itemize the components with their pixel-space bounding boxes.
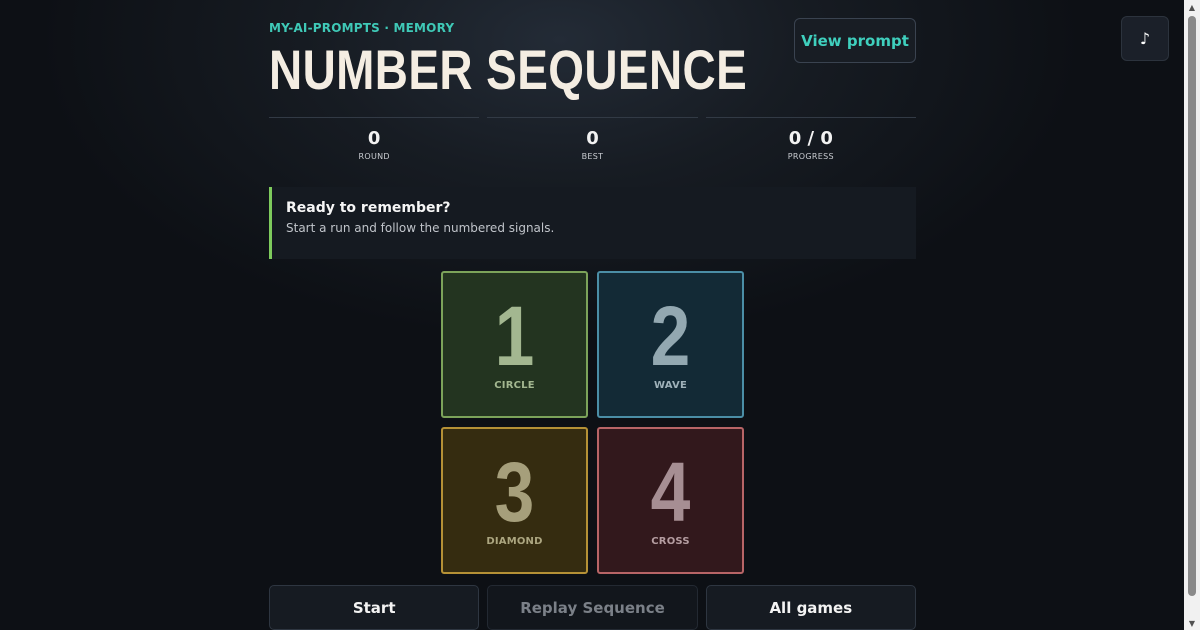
game-page: MY-AI-PROMPTS · MEMORY NUMBER SEQUENCE V… xyxy=(0,0,1200,630)
best-label: BEST xyxy=(581,152,604,161)
pad-label-cross: CROSS xyxy=(651,536,690,547)
pad-diamond[interactable]: 3 DIAMOND xyxy=(441,427,588,574)
pad-number-4: 4 xyxy=(650,445,691,539)
pad-number-3: 3 xyxy=(494,445,535,539)
stat-best: 0 BEST xyxy=(487,117,698,167)
music-note-icon: ♪ xyxy=(1139,29,1151,48)
pad-cross[interactable]: 4 CROSS xyxy=(597,427,744,574)
progress-label: PROGRESS xyxy=(787,152,834,161)
all-games-button[interactable]: All games xyxy=(705,585,916,630)
stat-progress: 0 / 0 PROGRESS xyxy=(705,117,916,167)
pad-circle[interactable]: 1 CIRCLE xyxy=(441,271,588,418)
pad-number-2: 2 xyxy=(650,289,691,383)
stat-round: 0 ROUND xyxy=(269,117,480,167)
pad-label-diamond: DIAMOND xyxy=(486,536,543,547)
status-message: Ready to remember? Start a run and follo… xyxy=(269,187,916,259)
breadcrumb-eyebrow: MY-AI-PROMPTS · MEMORY xyxy=(269,21,455,35)
view-prompt-button[interactable]: View prompt xyxy=(794,18,916,63)
scroll-down-arrow-icon[interactable]: ▼ xyxy=(1184,616,1200,630)
scroll-up-arrow-icon[interactable]: ▲ xyxy=(1184,0,1200,14)
music-toggle-button[interactable]: ♪ xyxy=(1121,16,1169,61)
pad-label-circle: CIRCLE xyxy=(494,380,535,391)
action-bar: Start Replay Sequence All games xyxy=(269,585,916,630)
stats-bar: 0 ROUND 0 BEST 0 / 0 PROGRESS xyxy=(269,117,916,167)
pad-wave[interactable]: 2 WAVE xyxy=(597,271,744,418)
message-title: Ready to remember? xyxy=(286,200,451,216)
start-button[interactable]: Start xyxy=(269,585,480,630)
round-value: 0 xyxy=(367,128,381,149)
progress-value: 0 / 0 xyxy=(788,128,833,149)
page-scrollbar[interactable]: ▲ ▼ xyxy=(1184,0,1200,630)
pad-label-wave: WAVE xyxy=(653,380,687,391)
message-text: Start a run and follow the numbered sign… xyxy=(286,221,555,235)
scrollbar-thumb[interactable] xyxy=(1188,16,1196,596)
best-value: 0 xyxy=(586,128,599,149)
game-container: MY-AI-PROMPTS · MEMORY NUMBER SEQUENCE V… xyxy=(269,0,916,630)
page-title: NUMBER SEQUENCE xyxy=(269,38,748,101)
replay-sequence-button[interactable]: Replay Sequence xyxy=(487,585,698,630)
round-label: ROUND xyxy=(358,152,390,161)
pad-number-1: 1 xyxy=(494,289,535,383)
